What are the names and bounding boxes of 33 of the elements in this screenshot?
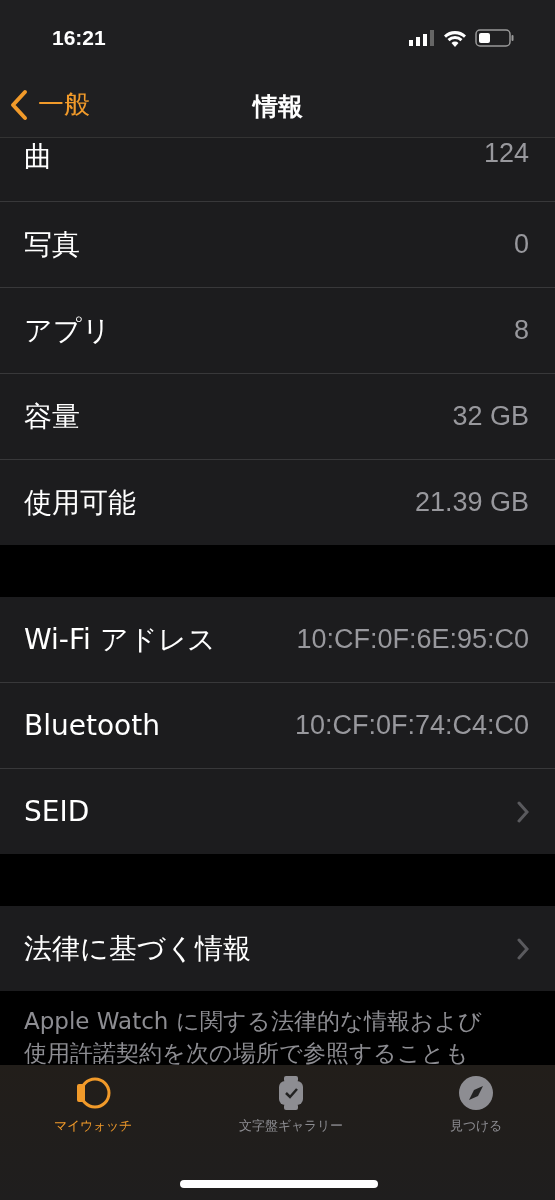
- row-label: SEID: [24, 795, 90, 828]
- legal-footnote: 使用許諾契約を次の場所で参照することも: [24, 1039, 470, 1065]
- page-title: 情報: [252, 90, 303, 123]
- chevron-right-icon[interactable]: [517, 800, 529, 823]
- status-time: 16:21: [52, 25, 106, 50]
- row-value: 124: [483, 138, 529, 169]
- wifi-icon: [443, 28, 467, 47]
- row-label: Bluetooth: [24, 709, 160, 742]
- row-value: 10:CF:0F:6E:95:C0: [296, 624, 529, 655]
- row-label: 曲: [24, 139, 52, 175]
- watch-band-icon: [74, 1075, 111, 1111]
- row-label: 使用可能: [24, 484, 136, 521]
- row-label: 法律に基づく情報: [24, 930, 251, 967]
- row-value: 32 GB: [452, 401, 529, 432]
- row-value: 21.39 GB: [414, 487, 529, 518]
- watch-icon: [276, 1075, 305, 1111]
- row-label: アプリ: [24, 312, 111, 349]
- row-value: 10:CF:0F:74:C4:C0: [294, 710, 529, 741]
- battery-icon: [475, 28, 515, 47]
- row-label: Wi-Fi アドレス: [24, 621, 216, 658]
- tab[interactable]: マイウォッチ: [45, 1075, 140, 1145]
- row-label: 写真: [24, 226, 80, 263]
- tab[interactable]: 文字盤ギャラリー: [230, 1075, 351, 1145]
- compass-icon: [457, 1075, 494, 1111]
- back-button[interactable]: 一般: [10, 87, 90, 122]
- row-value: 0: [513, 229, 529, 260]
- row-label: 容量: [24, 398, 80, 435]
- legal-footnote: Apple Watch に関する法律的な情報および: [24, 1007, 483, 1036]
- tab[interactable]: 見つける: [441, 1075, 510, 1145]
- chevron-left-icon: [10, 88, 28, 121]
- signal-icon: [409, 29, 435, 46]
- row-value: 8: [513, 315, 529, 346]
- chevron-right-icon[interactable]: [517, 937, 529, 960]
